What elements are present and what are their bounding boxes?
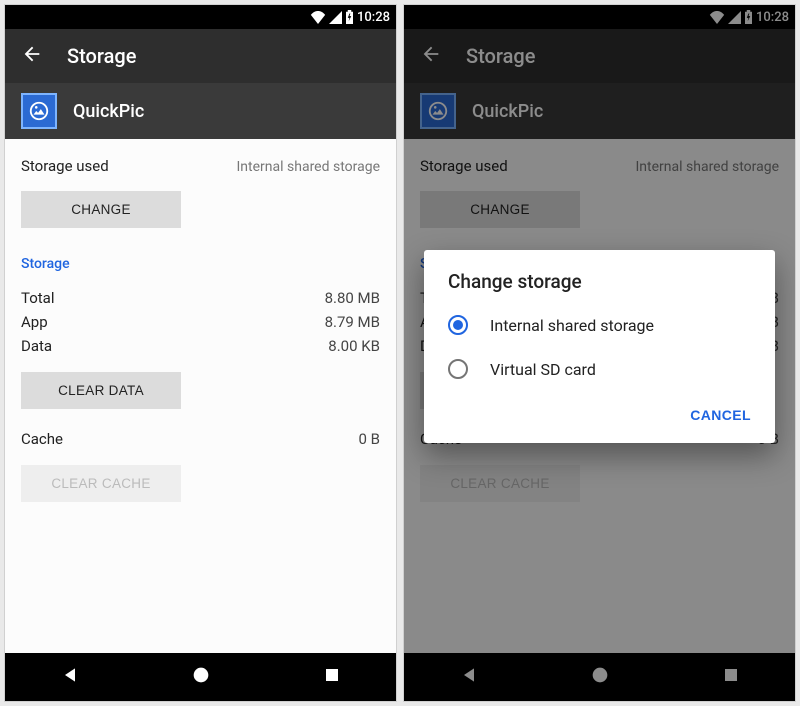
- status-bar: 10:28: [5, 5, 396, 29]
- app-icon: [21, 93, 57, 129]
- app-header: QuickPic: [5, 83, 396, 139]
- cache-label: Cache: [21, 430, 63, 448]
- clear-cache-button: CLEAR CACHE: [21, 465, 181, 502]
- nav-recent-icon[interactable]: [323, 666, 341, 688]
- radio-checked-icon: [448, 315, 468, 335]
- storage-used-location: Internal shared storage: [237, 159, 381, 175]
- storage-row-label: Total: [21, 289, 55, 307]
- phone-right: 10:28 Storage QuickPic Storage used Inte…: [403, 4, 796, 702]
- dialog-title: Change storage: [424, 270, 775, 303]
- phone-left: 10:28 Storage QuickPic Storage used Inte…: [4, 4, 397, 702]
- storage-row-app: App 8.79 MB: [21, 310, 380, 334]
- radio-unchecked-icon: [448, 359, 468, 379]
- storage-row-label: Data: [21, 337, 52, 355]
- battery-icon: [345, 10, 354, 24]
- dialog-option-sdcard[interactable]: Virtual SD card: [424, 347, 775, 391]
- back-icon[interactable]: [21, 43, 43, 69]
- page-title: Storage: [67, 44, 136, 68]
- storage-row-data: Data 8.00 KB: [21, 334, 380, 358]
- cancel-button[interactable]: CANCEL: [678, 399, 763, 431]
- toolbar: Storage: [5, 29, 396, 83]
- status-time: 10:28: [357, 10, 390, 25]
- storage-row-value: 8.79 MB: [325, 313, 380, 331]
- nav-home-icon[interactable]: [190, 664, 212, 690]
- clear-data-button[interactable]: CLEAR DATA: [21, 372, 181, 409]
- nav-back-icon[interactable]: [60, 665, 80, 689]
- app-name: QuickPic: [73, 101, 144, 122]
- cache-value: 0 B: [359, 430, 381, 448]
- cache-row: Cache 0 B: [21, 427, 380, 451]
- signal-icon: [329, 11, 342, 24]
- wifi-icon: [310, 11, 326, 24]
- storage-row-label: App: [21, 313, 48, 331]
- storage-row-value: 8.00 KB: [328, 337, 380, 355]
- storage-row-total: Total 8.80 MB: [21, 286, 380, 310]
- dialog-option-label: Internal shared storage: [490, 316, 654, 335]
- storage-row-value: 8.80 MB: [325, 289, 380, 307]
- dialog-option-label: Virtual SD card: [490, 360, 596, 379]
- nav-bar: [5, 653, 396, 701]
- content-area: Storage used Internal shared storage CHA…: [5, 139, 396, 653]
- change-storage-dialog: Change storage Internal shared storage V…: [424, 250, 775, 443]
- storage-used-label: Storage used: [21, 157, 109, 175]
- change-button[interactable]: CHANGE: [21, 191, 181, 228]
- dialog-option-internal[interactable]: Internal shared storage: [424, 303, 775, 347]
- section-storage-header: Storage: [21, 256, 380, 272]
